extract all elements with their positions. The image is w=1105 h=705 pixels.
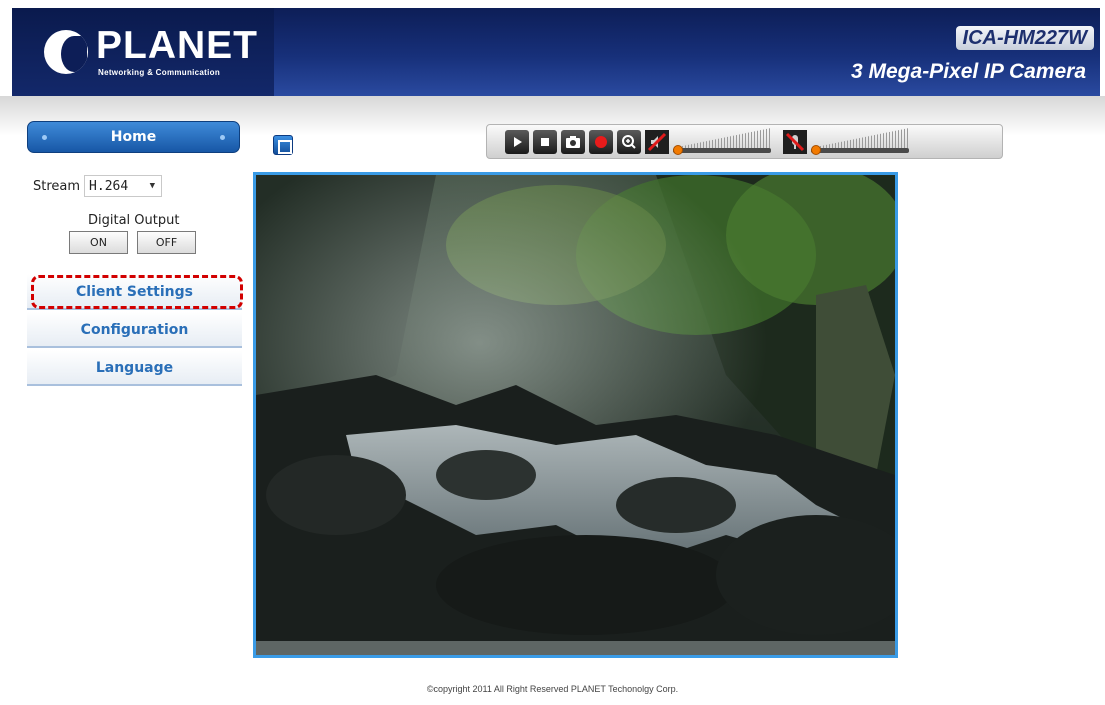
app-window: PLANET Networking & Communication ICA-HM… [0, 0, 1105, 705]
play-icon[interactable] [505, 130, 529, 154]
microphone-volume-slider[interactable] [811, 128, 909, 156]
home-label: Home [110, 129, 157, 145]
logo-text: PLANET [96, 24, 258, 67]
speaker-volume-knob[interactable] [673, 145, 683, 155]
menu-language[interactable]: Language [27, 350, 242, 386]
stream-select-value: H.264 [89, 178, 129, 194]
stop-icon[interactable] [533, 130, 557, 154]
planet-logo-icon [44, 30, 88, 74]
microphone-volume-track [811, 148, 909, 153]
speaker-volume-track [673, 148, 771, 153]
microphone-volume-ticks [811, 128, 909, 148]
live-video-view[interactable] [253, 172, 898, 658]
speaker-volume-slider[interactable] [673, 128, 771, 156]
speaker-volume-ticks [673, 128, 771, 148]
chevron-down-icon: ▼ [149, 181, 156, 191]
stream-select[interactable]: H.264 ▼ [84, 175, 163, 197]
planet-logo: PLANET Networking & Communication [12, 8, 274, 96]
home-left-dot-icon [42, 135, 47, 140]
digital-output-label: Digital Output [88, 213, 180, 228]
speaker-muted-icon[interactable] [645, 130, 669, 154]
zoom-in-icon[interactable] [617, 130, 641, 154]
header-banner: PLANET Networking & Communication ICA-HM… [12, 8, 1100, 96]
video-toolbar [486, 124, 1003, 159]
stream-label: Stream [33, 178, 81, 194]
logo-subtitle: Networking & Communication [98, 68, 221, 77]
model-badge: ICA-HM227W [955, 26, 1094, 50]
microphone-volume-knob[interactable] [811, 145, 821, 155]
home-button[interactable]: Home [27, 121, 240, 153]
menu-configuration[interactable]: Configuration [27, 312, 242, 348]
product-title: 3 Mega-Pixel IP Camera [851, 60, 1086, 83]
fullscreen-icon[interactable] [273, 135, 293, 155]
video-frame-image [256, 175, 895, 655]
copyright-text: ©copyright 2011 All Right Reserved PLANE… [426, 684, 679, 694]
stream-row: Stream H.264 ▼ [33, 175, 163, 197]
home-right-dot-icon [220, 135, 225, 140]
digital-output-off-button[interactable]: OFF [137, 231, 196, 254]
record-icon[interactable] [589, 130, 613, 154]
snapshot-icon[interactable] [561, 130, 585, 154]
client-settings-highlight [31, 275, 243, 309]
digital-output-on-button[interactable]: ON [69, 231, 128, 254]
microphone-muted-icon[interactable] [783, 130, 807, 154]
